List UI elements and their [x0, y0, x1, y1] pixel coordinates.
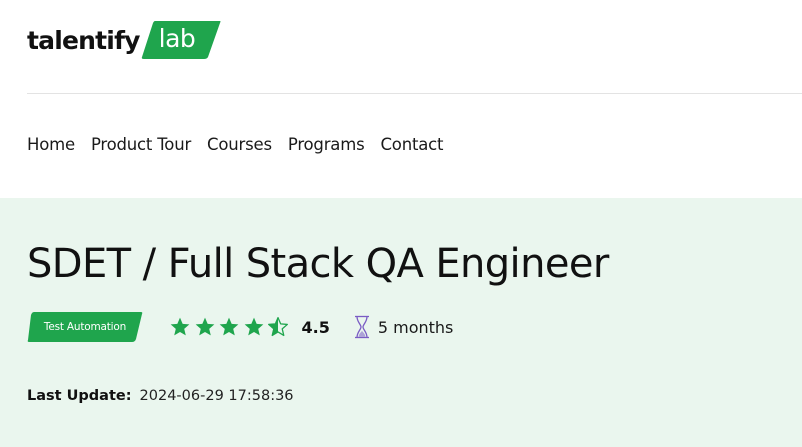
category-tag[interactable]: Test Automation: [27, 311, 143, 343]
nav-item-home[interactable]: Home: [27, 133, 75, 157]
course-meta: Test Automation 4.5 5 months: [27, 311, 453, 343]
rating-value: 4.5: [301, 317, 330, 337]
last-update-value: 2024-06-29 17:58:36: [139, 388, 294, 404]
rating-stars: [168, 316, 291, 338]
star-full-icon: [244, 317, 263, 336]
nav-item-product-tour[interactable]: Product Tour: [91, 133, 191, 157]
course-title: SDET / Full Stack QA Engineer: [27, 241, 609, 287]
course-duration: 5 months: [377, 317, 454, 337]
star-full-icon: [170, 317, 190, 336]
brand-badge-label: lab: [158, 24, 196, 53]
brand-logo[interactable]: talentify lab: [27, 19, 221, 61]
site-header: talentify lab Home Product Tour Courses …: [0, 0, 802, 198]
main-nav: Home Product Tour Courses Programs Conta…: [27, 133, 459, 157]
last-update-label: Last Update:: [27, 388, 132, 404]
brand-badge: lab: [141, 20, 221, 60]
nav-item-courses[interactable]: Courses: [207, 133, 272, 157]
hourglass-icon: [354, 315, 369, 339]
last-update: Last Update: 2024-06-29 17:58:36: [27, 388, 294, 404]
category-tag-label: Test Automation: [43, 321, 127, 333]
star-full-icon: [195, 317, 214, 336]
brand-name: talentify: [27, 25, 140, 55]
nav-item-contact[interactable]: Contact: [380, 133, 443, 157]
course-hero: SDET / Full Stack QA Engineer Test Autom…: [0, 198, 802, 447]
star-full-icon: [219, 317, 239, 336]
nav-item-programs[interactable]: Programs: [288, 133, 365, 157]
header-divider: [27, 93, 802, 94]
star-half-icon: [268, 317, 288, 337]
